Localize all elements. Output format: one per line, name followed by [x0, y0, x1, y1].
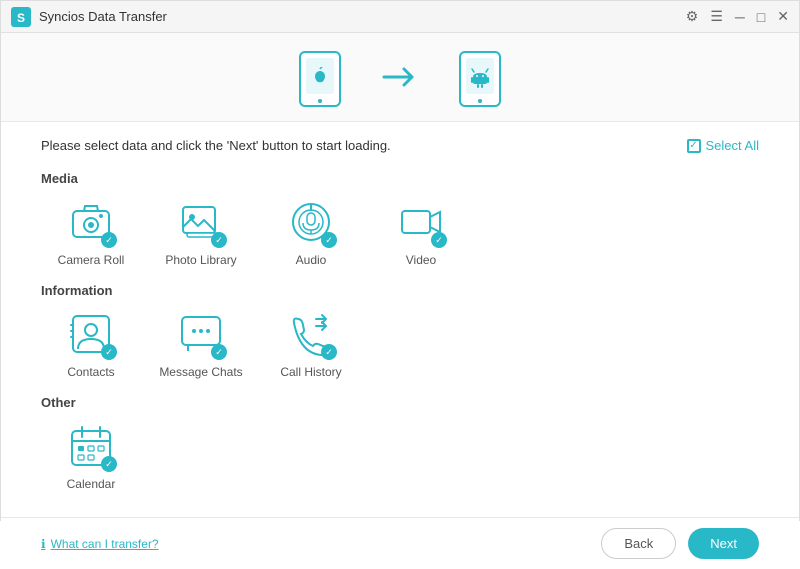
contacts-label: Contacts	[67, 365, 114, 379]
transfer-arrow	[382, 65, 418, 94]
camera-roll-label: Camera Roll	[58, 253, 125, 267]
minimize-icon[interactable]: ─	[735, 9, 745, 25]
message-chats-label: Message Chats	[159, 365, 242, 379]
what-can-i-transfer-link[interactable]: ℹ What can I transfer?	[41, 537, 159, 551]
title-bar-controls: ⚙ ☰ ─ □ ✕	[686, 8, 789, 25]
device-header	[1, 33, 799, 122]
what-can-i-transfer-text: What can I transfer?	[51, 537, 159, 551]
other-section-label: Other	[41, 395, 759, 410]
message-chats-item[interactable]: ✓ Message Chats	[151, 308, 251, 379]
audio-item[interactable]: ✓ Audio	[261, 196, 361, 267]
media-section: Media ✓ Camera Roll	[41, 171, 759, 267]
video-icon-wrapper: ✓	[395, 196, 447, 248]
video-label: Video	[406, 253, 436, 267]
close-icon[interactable]: ✕	[777, 8, 789, 25]
next-button[interactable]: Next	[688, 528, 759, 559]
video-item[interactable]: ✓ Video	[371, 196, 471, 267]
camera-roll-icon-wrapper: ✓	[65, 196, 117, 248]
target-device	[458, 51, 502, 107]
back-button[interactable]: Back	[601, 528, 676, 559]
photo-library-check: ✓	[211, 232, 227, 248]
footer-buttons: Back Next	[601, 528, 759, 559]
info-icon: ℹ	[41, 537, 46, 551]
video-check: ✓	[431, 232, 447, 248]
app-title: Syncios Data Transfer	[39, 9, 167, 24]
title-bar: S Syncios Data Transfer ⚙ ☰ ─ □ ✕	[1, 1, 799, 33]
menu-icon[interactable]: ☰	[710, 8, 723, 25]
audio-check: ✓	[321, 232, 337, 248]
calendar-icon-wrapper: ✓	[65, 420, 117, 472]
svg-text:S: S	[17, 11, 25, 25]
audio-icon-wrapper: ✓	[285, 196, 337, 248]
call-history-icon-wrapper: ✓	[285, 308, 337, 360]
photo-library-item[interactable]: ✓ Photo Library	[151, 196, 251, 267]
calendar-check: ✓	[101, 456, 117, 472]
call-history-item[interactable]: ✓ Call History	[261, 308, 361, 379]
media-items-grid: ✓ Camera Roll ✓ Photo	[41, 196, 759, 267]
photo-library-icon-wrapper: ✓	[175, 196, 227, 248]
message-chats-check: ✓	[211, 344, 227, 360]
contacts-item[interactable]: ✓ Contacts	[41, 308, 141, 379]
message-chats-icon-wrapper: ✓	[175, 308, 227, 360]
audio-label: Audio	[296, 253, 327, 267]
main-content: Please select data and click the 'Next' …	[1, 33, 799, 569]
select-all-button[interactable]: ✓ Select All	[687, 138, 759, 153]
title-bar-left: S Syncios Data Transfer	[11, 7, 167, 27]
call-history-label: Call History	[280, 365, 341, 379]
settings-icon[interactable]: ⚙	[686, 8, 699, 25]
information-section: Information ✓	[41, 283, 759, 379]
app-logo: S	[11, 7, 31, 27]
select-all-label: Select All	[706, 138, 759, 153]
other-items-grid: ✓ Calendar	[41, 420, 759, 491]
camera-roll-check: ✓	[101, 232, 117, 248]
contacts-check: ✓	[101, 344, 117, 360]
select-all-checkbox[interactable]: ✓	[687, 139, 701, 153]
contacts-icon-wrapper: ✓	[65, 308, 117, 360]
instruction-row: Please select data and click the 'Next' …	[41, 138, 759, 153]
calendar-item[interactable]: ✓ Calendar	[41, 420, 141, 491]
other-section: Other	[41, 395, 759, 491]
android-phone-icon	[458, 51, 502, 107]
photo-library-label: Photo Library	[165, 253, 236, 267]
information-items-grid: ✓ Contacts ✓	[41, 308, 759, 379]
footer: ℹ What can I transfer? Back Next	[1, 517, 799, 569]
call-history-check: ✓	[321, 344, 337, 360]
restore-icon[interactable]: □	[757, 9, 765, 25]
ios-phone-icon	[298, 51, 342, 107]
information-section-label: Information	[41, 283, 759, 298]
media-section-label: Media	[41, 171, 759, 186]
content-area: Please select data and click the 'Next' …	[1, 122, 799, 517]
camera-roll-item[interactable]: ✓ Camera Roll	[41, 196, 141, 267]
instruction-text: Please select data and click the 'Next' …	[41, 138, 391, 153]
source-device	[298, 51, 342, 107]
calendar-label: Calendar	[67, 477, 116, 491]
